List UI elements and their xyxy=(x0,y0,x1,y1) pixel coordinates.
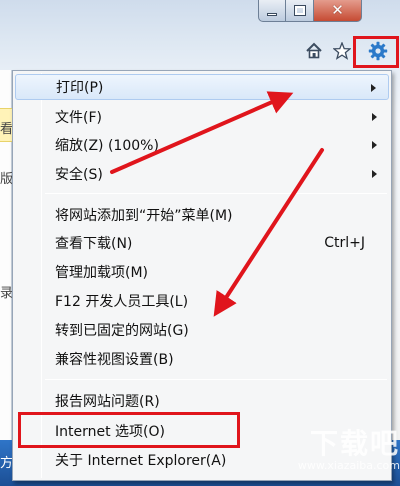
watermark-logo-text: 下载吧 xyxy=(309,427,400,460)
annotation-arrow xyxy=(213,148,324,317)
site-watermark: 下载吧 www.xiazaiba.com xyxy=(288,430,400,486)
annotation-arrows xyxy=(110,91,324,317)
annotation-arrow xyxy=(110,91,294,174)
watermark-url: www.xiazaiba.com xyxy=(297,459,400,472)
